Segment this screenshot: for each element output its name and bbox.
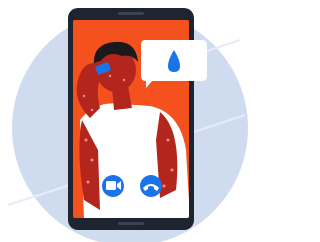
video-call-button[interactable] — [102, 175, 124, 197]
phone-speaker — [118, 12, 144, 15]
telehealth-illustration — [0, 0, 250, 242]
hangup-button[interactable] — [140, 175, 162, 197]
illustration-canvas — [7, 8, 248, 242]
message-bubble — [141, 40, 207, 88]
home-indicator — [118, 222, 144, 225]
